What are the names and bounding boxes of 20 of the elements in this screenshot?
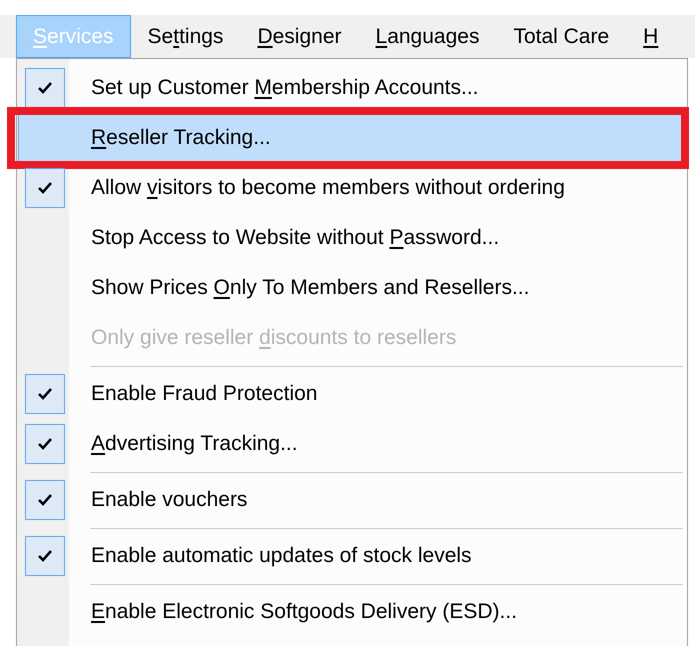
menu-bar-item[interactable]: Settings xyxy=(130,15,240,58)
menu-item[interactable]: Stop Access to Website without Password... xyxy=(18,213,686,263)
checkmark-icon xyxy=(38,182,52,194)
menu-item[interactable]: Advertising Tracking... xyxy=(18,419,686,469)
checkmark-icon xyxy=(38,388,52,400)
menu-bar-item[interactable]: Total Care xyxy=(496,15,626,58)
menu-item[interactable]: Show Prices Only To Members and Resellers... xyxy=(18,263,686,313)
checkmark-icon xyxy=(38,82,52,94)
menu-item[interactable]: Enable automatic updates of stock levels xyxy=(18,531,686,581)
menu-item[interactable]: Enable Fraud Protection xyxy=(18,369,686,419)
menu-item[interactable]: Allow visitors to become members without ordering xyxy=(18,163,686,213)
checkmark-icon xyxy=(38,438,52,450)
menu-item[interactable]: Set up Customer Membership Accounts... xyxy=(18,63,686,113)
menu-bar-item[interactable]: Languages xyxy=(358,15,496,58)
menu-item[interactable]: Enable vouchers xyxy=(18,475,686,525)
menu-bar-item[interactable]: H xyxy=(626,15,676,58)
checkmark-icon xyxy=(38,494,52,506)
checkmark-icon xyxy=(38,550,52,562)
menu-item[interactable]: Enable Electronic Softgoods Delivery (ESD)... xyxy=(18,587,686,637)
menu-bar-item[interactable]: Designer xyxy=(240,15,358,58)
